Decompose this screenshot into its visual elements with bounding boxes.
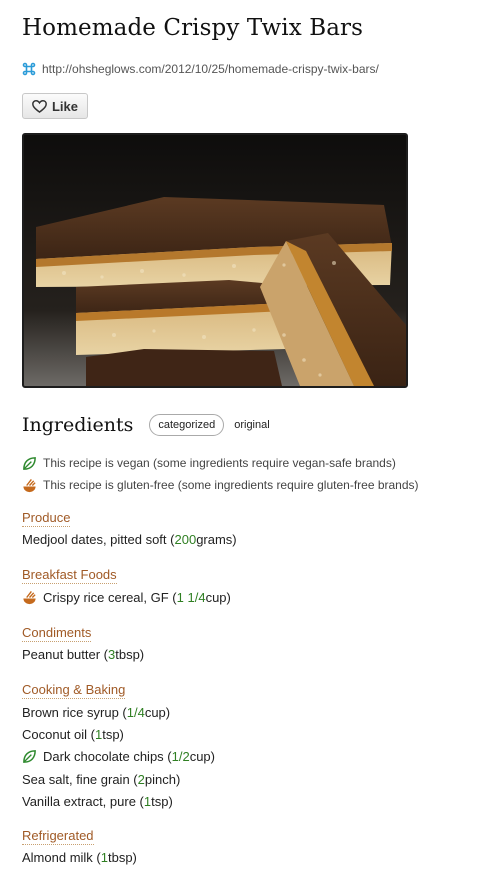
ingredient-item: Crispy rice cereal, GF (1 1/4 cup) (22, 588, 231, 606)
source-url[interactable]: http://ohsheglows.com/2012/10/25/homemad… (42, 62, 379, 76)
vegan-note-text: This recipe is vegan (some ingredients r… (43, 456, 396, 470)
ingredient-item: Almond milk (1 tbsp) (22, 849, 137, 865)
category-refrigerated[interactable]: Refrigerated (22, 828, 94, 845)
recipe-title: Homemade Crispy Twix Bars (22, 15, 364, 41)
leaf-icon (23, 749, 36, 763)
command-link-icon (22, 62, 36, 76)
ingredient-item: Coconut oil (1 tsp) (22, 726, 124, 742)
heart-icon (32, 99, 47, 113)
ingredient-item: Sea salt, fine grain (2 pinch) (22, 771, 181, 787)
category-produce[interactable]: Produce (22, 510, 71, 527)
category-condiments[interactable]: Condiments (22, 625, 92, 642)
recipe-photo (22, 133, 408, 388)
twix-bars-photo-illustration (24, 135, 406, 386)
ingredients-heading: Ingredients (22, 414, 134, 436)
gluten-free-note: This recipe is gluten-free (some ingredi… (22, 476, 419, 494)
category-breakfast-foods[interactable]: Breakfast Foods (22, 567, 117, 584)
gluten-free-icon (23, 478, 36, 492)
gluten-free-note-text: This recipe is gluten-free (some ingredi… (43, 478, 419, 492)
categorized-view-button[interactable]: categorized (149, 414, 225, 436)
ingredient-item: Peanut butter (3 tbsp) (22, 646, 145, 662)
ingredient-item: Brown rice syrup (1/4 cup) (22, 704, 171, 720)
leaf-icon (23, 456, 36, 470)
ingredients-header: Ingredients categorized original (22, 414, 270, 436)
vegan-note: This recipe is vegan (some ingredients r… (22, 454, 396, 472)
ingredient-item: Dark chocolate chips (1/2 cup) (22, 747, 215, 765)
ingredient-item: Vanilla extract, pure (1 tsp) (22, 793, 173, 809)
category-cooking-baking[interactable]: Cooking & Baking (22, 682, 126, 699)
source-link-row[interactable]: http://ohsheglows.com/2012/10/25/homemad… (22, 61, 379, 77)
ingredient-item: Medjool dates, pitted soft (200 grams) (22, 531, 237, 547)
original-view-link[interactable]: original (234, 419, 269, 431)
like-label: Like (51, 98, 78, 114)
like-button[interactable]: Like (22, 93, 88, 119)
gluten-free-icon (23, 590, 36, 604)
